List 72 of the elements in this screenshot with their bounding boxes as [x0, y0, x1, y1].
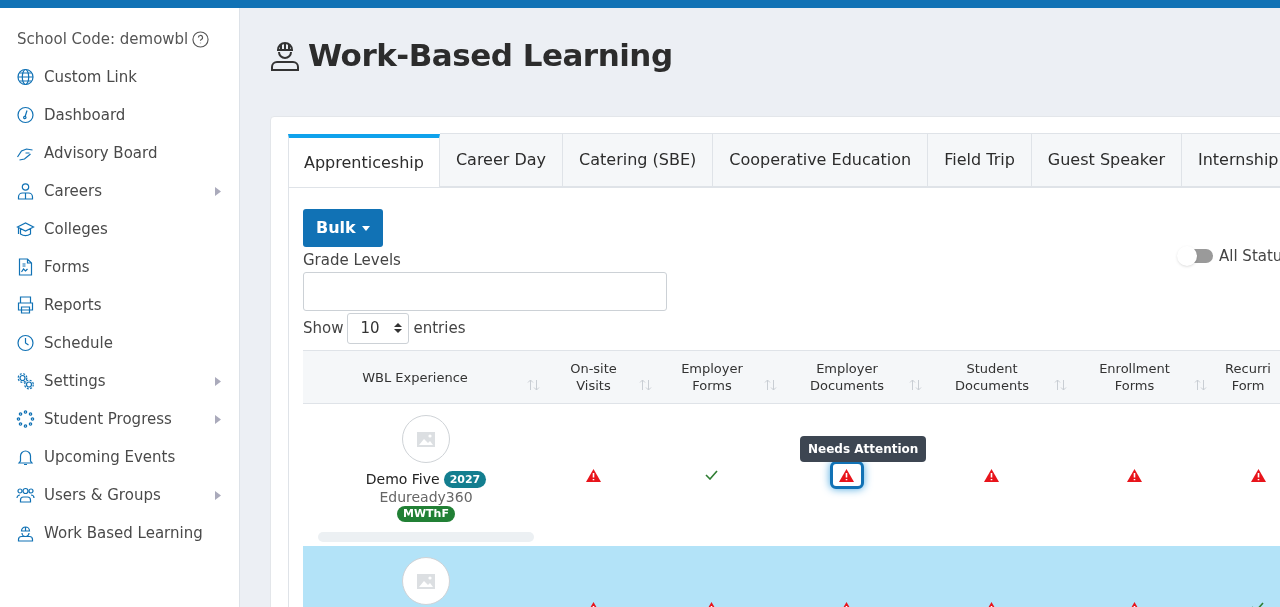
sidebar-item[interactable]: Student Progress: [0, 400, 239, 438]
all-status-toggle[interactable]: [1179, 249, 1213, 264]
column-header: Employer Forms: [680, 360, 744, 394]
globe-icon: [16, 68, 35, 86]
bell-icon: [16, 448, 35, 466]
users-icon: [16, 486, 35, 504]
gears-icon: [16, 372, 35, 390]
sidebar-item[interactable]: Custom Link: [0, 58, 239, 96]
printer-icon: [16, 296, 35, 314]
sort-icon[interactable]: [764, 379, 777, 391]
sidebar-item[interactable]: Dashboard: [0, 96, 239, 134]
clock-icon: [16, 334, 35, 352]
year-badge: 2027: [443, 470, 487, 488]
help-icon[interactable]: [192, 30, 210, 48]
sidebar-item[interactable]: Advisory Board: [0, 134, 239, 172]
image-icon: [417, 573, 435, 589]
entries-select[interactable]: 10: [347, 312, 410, 344]
experience-name: Demo Five: [365, 469, 440, 489]
grade-levels-label: Grade Levels: [303, 250, 401, 269]
sidebar-item[interactable]: Reports: [0, 286, 239, 324]
tab[interactable]: Cooperative Education: [713, 133, 929, 187]
spinner-icon: [16, 410, 35, 428]
tab[interactable]: Apprenticeship: [288, 134, 440, 188]
sidebar-item[interactable]: Careers: [0, 172, 239, 210]
school-code: School Code: demowbl: [17, 28, 189, 50]
check-icon: [705, 470, 718, 480]
warning-icon: [585, 468, 601, 482]
column-header: Employer Documents: [808, 360, 886, 394]
tab[interactable]: Internship: [1182, 133, 1280, 187]
column-header: On-site Visits: [569, 360, 618, 394]
sidebar-item[interactable]: Schedule: [0, 324, 239, 362]
sidebar-item[interactable]: Forms: [0, 248, 239, 286]
days-badge: MWThF: [397, 506, 455, 522]
page-title: Work-Based Learning: [308, 35, 673, 75]
sort-icon[interactable]: [639, 379, 652, 391]
sidebar-item[interactable]: Upcoming Events: [0, 438, 239, 476]
warning-icon: [1126, 468, 1142, 482]
tab[interactable]: Guest Speaker: [1031, 133, 1182, 187]
sort-icon[interactable]: [1054, 379, 1067, 391]
tooltip: Needs Attention: [800, 436, 927, 462]
worker-icon: [16, 524, 35, 542]
warning-icon: [984, 468, 999, 482]
sidebar-item[interactable]: Work Based Learning: [0, 514, 239, 552]
school-name: Eduready360: [379, 488, 473, 506]
caret-down-icon: [361, 225, 370, 231]
sort-icon[interactable]: [527, 379, 540, 391]
tab[interactable]: Catering (SBE): [563, 133, 714, 187]
sidebar-item[interactable]: Settings: [0, 362, 239, 400]
person-icon: [16, 182, 35, 200]
entries-label: entries: [413, 317, 466, 339]
column-header: Enrollment Forms: [1098, 360, 1171, 394]
graduation-cap-icon: [16, 220, 35, 238]
gauge-icon: [16, 106, 35, 124]
column-header: WBL Experience: [361, 368, 469, 386]
sort-icon[interactable]: [909, 379, 922, 391]
document-icon: [16, 258, 35, 276]
bulk-button[interactable]: Bulk: [303, 209, 383, 247]
tab[interactable]: Field Trip: [928, 133, 1032, 187]
sort-icon[interactable]: [1194, 379, 1207, 391]
warning-icon: [1251, 468, 1266, 482]
column-header: Student Documents: [953, 360, 1031, 394]
column-header: Recurri Form: [1224, 360, 1272, 394]
sidebar-item[interactable]: Colleges: [0, 210, 239, 248]
warning-icon: [839, 468, 854, 482]
tab[interactable]: Career Day: [439, 133, 564, 187]
status-button[interactable]: [829, 461, 864, 489]
show-label: Show: [303, 317, 344, 339]
sidebar-item[interactable]: Users & Groups: [0, 476, 239, 514]
worker-icon: [270, 39, 300, 71]
sort-caret-icon: [393, 322, 402, 334]
grade-levels-field[interactable]: [303, 272, 667, 311]
image-icon: [417, 431, 435, 447]
